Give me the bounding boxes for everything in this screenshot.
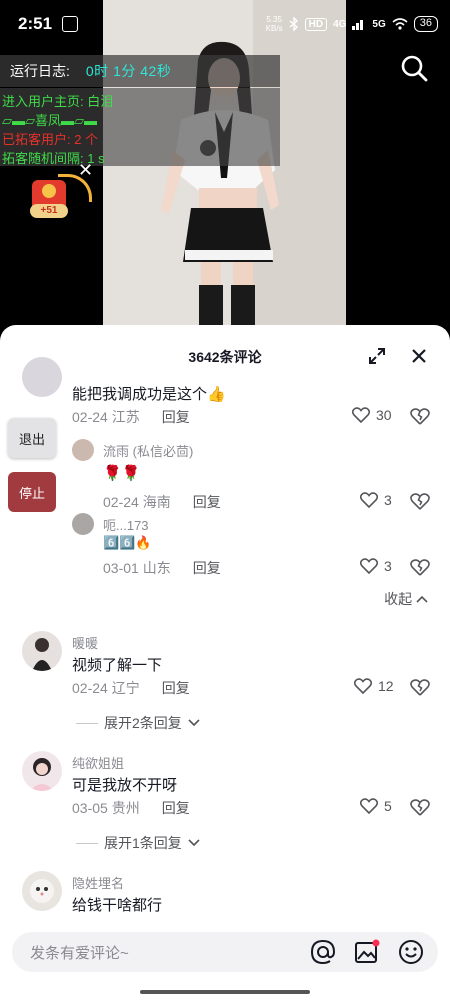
reply-button[interactable]: 回复 [162,678,190,698]
like-button[interactable]: 5 [360,798,392,814]
comment-item: 能把我调成功是这个👍 02-24 江苏 回复 30 [0,357,450,435]
comment-item: 暖暖 视频了解一下 02-24 辽宁 回复 12 展开2条回复 [0,631,450,741]
log-panel: 进入用户主页: 白泪 ▱▬▱喜凤▬▱▬ 已拓客用户: 2 个 拓客随机间隔: 1… [0,88,280,166]
comment-text: 给钱干啥都行 [72,897,163,914]
comment-meta: 03-05 贵州 回复 [72,798,190,818]
status-time: 2:51 [18,14,53,33]
like-button[interactable]: 3 [360,558,392,574]
status-right: 5.35 KB/s HD 4G 5G 36 [266,15,438,33]
comment-meta: 03-01 山东 回复 [103,558,221,578]
expand-replies-button[interactable]: 展开2条回复 [76,713,200,733]
wifi-icon [392,18,408,30]
bluetooth-icon [289,17,298,31]
broken-heart-icon[interactable] [410,798,430,818]
like-count: 12 [378,678,394,694]
reply-button[interactable]: 回复 [162,407,190,427]
comment-text: 6️⃣6️⃣🔥 [103,535,152,550]
comment-text: 视频了解一下 [72,657,163,674]
divider [76,842,98,844]
reply-button[interactable]: 回复 [193,558,221,578]
avatar[interactable] [22,631,62,671]
comment-meta: 02-24 海南 回复 [103,492,221,512]
signal-bars-icon [352,20,364,30]
red-packet-badge: +51 [30,204,68,218]
heart-icon [360,558,378,574]
commenter-name[interactable]: 纯欲姐姐 [72,753,124,772]
like-count: 3 [384,492,392,508]
commenter-name[interactable]: 呃...173 [103,515,149,534]
heart-icon [360,492,378,508]
reply-button[interactable]: 回复 [193,492,221,512]
avatar[interactable] [72,513,94,535]
notification-icon [62,16,79,32]
comment-meta: 02-24 辽宁 回复 [72,678,190,698]
log-line: 拓客随机间隔: 1 s [2,151,105,166]
comment-text: 🌹🌹 [103,465,141,482]
exit-button[interactable]: 退出 [8,418,56,458]
signal-4g: 4G [333,18,347,30]
collapse-replies-button[interactable]: 收起 [384,589,428,609]
divider [76,722,98,724]
red-packet-seal [42,184,56,198]
avatar[interactable] [22,871,62,911]
heart-icon [360,798,378,814]
close-icon[interactable] [410,347,428,365]
heart-icon [354,678,372,694]
log-line: ▱▬▱喜凤▬▱▬ [2,113,97,128]
like-button[interactable]: 12 [354,678,394,694]
chevron-up-icon [416,595,428,603]
log-line: 进入用户主页: 白泪 [2,94,114,109]
video-player[interactable]: 运行日志: 0时 1分 42秒 进入用户主页: 白泪 ▱▬▱喜凤▬▱▬ 已拓客用… [0,0,450,330]
broken-heart-icon[interactable] [410,407,430,427]
chevron-down-icon [188,719,200,727]
log-title: 运行日志: [10,63,70,79]
status-bar: 2:51 5.35 KB/s HD 4G 5G 36 [0,0,450,48]
home-indicator [140,990,310,994]
like-count: 5 [384,798,392,814]
net-speed: 5.35 KB/s [265,15,283,33]
comment-input[interactable]: 发条有爱评论~ [12,932,438,972]
red-packet-button[interactable]: +51 [28,174,92,218]
search-icon[interactable] [400,54,428,82]
stop-button[interactable]: 停止 [8,472,56,512]
commenter-name[interactable]: 流雨 (私信必茴) [103,441,193,460]
comment-item: 纯欲姐姐 可是我放不开呀 03-05 贵州 回复 5 展开1条回复 [0,751,450,861]
comment-text: 可是我放不开呀 [72,777,178,794]
comment-sheet: 3642条评论 能把我调成功是这个👍 02-24 江苏 回复 30 流雨 (私信… [0,325,450,1001]
like-button[interactable]: 3 [360,492,392,508]
red-packet-close-icon[interactable]: ✕ [78,160,93,181]
reply-button[interactable]: 回复 [162,798,190,818]
log-header: 运行日志: 0时 1分 42秒 [0,55,280,87]
like-count: 3 [384,558,392,574]
log-timer: 0时 1分 42秒 [85,63,172,79]
expand-replies-button[interactable]: 展开1条回复 [76,833,200,853]
commenter-name[interactable]: 暖暖 [72,633,98,652]
reply-item: 流雨 (私信必茴) 🌹🌹 02-24 海南 回复 3 [0,435,450,510]
heart-icon [352,407,370,423]
expand-icon[interactable] [368,347,386,365]
hd-badge: HD [304,17,328,31]
log-line: 已拓客用户: 2 个 [2,132,99,147]
avatar[interactable] [72,439,94,461]
broken-heart-icon[interactable] [410,678,430,698]
reply-item: 呃...173 6️⃣6️⃣🔥 03-01 山东 回复 3 [0,513,450,583]
like-button[interactable]: 30 [352,407,392,423]
comment-input-placeholder: 发条有爱评论~ [30,944,129,962]
broken-heart-icon[interactable] [410,558,430,578]
avatar[interactable] [22,357,62,397]
signal-5g: 5G [372,18,386,30]
emoji-icon[interactable] [398,939,424,965]
at-icon[interactable] [310,939,336,965]
commenter-name[interactable]: 隐姓埋名 [72,873,124,892]
comment-text: 能把我调成功是这个👍 [72,386,226,403]
input-actions [310,939,424,965]
avatar[interactable] [22,751,62,791]
like-count: 30 [376,407,392,423]
image-icon[interactable] [354,939,380,965]
broken-heart-icon[interactable] [410,492,430,512]
chevron-down-icon [188,839,200,847]
comment-meta: 02-24 江苏 回复 [72,407,190,427]
battery-indicator: 36 [413,16,438,32]
